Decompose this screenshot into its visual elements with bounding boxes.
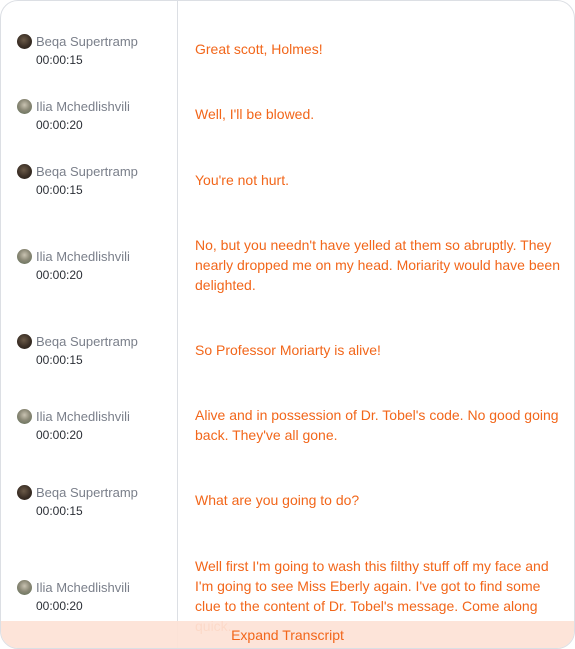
avatar bbox=[17, 334, 32, 349]
transcript-text: Well, I'll be blowed. bbox=[195, 106, 315, 122]
avatar bbox=[17, 249, 32, 264]
transcript-text: So Professor Moriarty is alive! bbox=[195, 342, 381, 358]
timestamp[interactable]: 00:00:15 bbox=[36, 183, 138, 197]
timestamp[interactable]: 00:00:20 bbox=[36, 118, 130, 132]
expand-transcript-bar[interactable]: Expand Transcript bbox=[1, 621, 574, 648]
avatar bbox=[17, 34, 32, 49]
speaker-name: Ilia Mchedlishvili bbox=[36, 249, 130, 264]
speaker-block: Ilia Mchedlishvili 00:00:20 bbox=[17, 99, 130, 132]
avatar bbox=[17, 485, 32, 500]
speaker-name: Beqa Supertramp bbox=[36, 164, 138, 179]
speaker-name: Ilia Mchedlishvili bbox=[36, 99, 130, 114]
timestamp[interactable]: 00:00:15 bbox=[36, 53, 138, 67]
speaker-block: Beqa Supertramp 00:00:15 bbox=[17, 334, 138, 367]
transcript-text: No, but you needn't have yelled at them … bbox=[195, 237, 560, 293]
speaker-block: Beqa Supertramp 00:00:15 bbox=[17, 485, 138, 518]
timestamp[interactable]: 00:00:20 bbox=[36, 428, 130, 442]
speaker-name: Beqa Supertramp bbox=[36, 34, 138, 49]
avatar bbox=[17, 580, 32, 595]
timestamp[interactable]: 00:00:15 bbox=[36, 504, 138, 518]
timestamp[interactable]: 00:00:20 bbox=[36, 268, 130, 282]
avatar bbox=[17, 164, 32, 179]
transcript-text: Alive and in possession of Dr. Tobel's c… bbox=[195, 407, 559, 443]
transcript-text: What are you going to do? bbox=[195, 492, 360, 508]
avatar bbox=[17, 99, 32, 114]
speaker-block: Ilia Mchedlishvili 00:00:20 bbox=[17, 409, 130, 442]
speaker-name: Beqa Supertramp bbox=[36, 485, 138, 500]
transcript-panel: Beqa Supertramp 00:00:15 Great scott, Ho… bbox=[0, 0, 575, 649]
speaker-block: Beqa Supertramp 00:00:15 bbox=[17, 164, 138, 197]
transcript-text: Great scott, Holmes! bbox=[195, 41, 323, 57]
speaker-name: Ilia Mchedlishvili bbox=[36, 580, 130, 595]
avatar bbox=[17, 409, 32, 424]
speaker-block: Ilia Mchedlishvili 00:00:20 bbox=[17, 249, 130, 282]
speaker-block: Beqa Supertramp 00:00:15 bbox=[17, 34, 138, 67]
timestamp[interactable]: 00:00:20 bbox=[36, 599, 130, 613]
speaker-name: Beqa Supertramp bbox=[36, 334, 138, 349]
speaker-name: Ilia Mchedlishvili bbox=[36, 409, 130, 424]
speaker-block: Ilia Mchedlishvili 00:00:20 bbox=[17, 580, 130, 613]
transcript-text: You're not hurt. bbox=[195, 172, 290, 188]
column-divider bbox=[177, 1, 178, 648]
expand-transcript-button[interactable]: Expand Transcript bbox=[231, 627, 344, 643]
timestamp[interactable]: 00:00:15 bbox=[36, 353, 138, 367]
